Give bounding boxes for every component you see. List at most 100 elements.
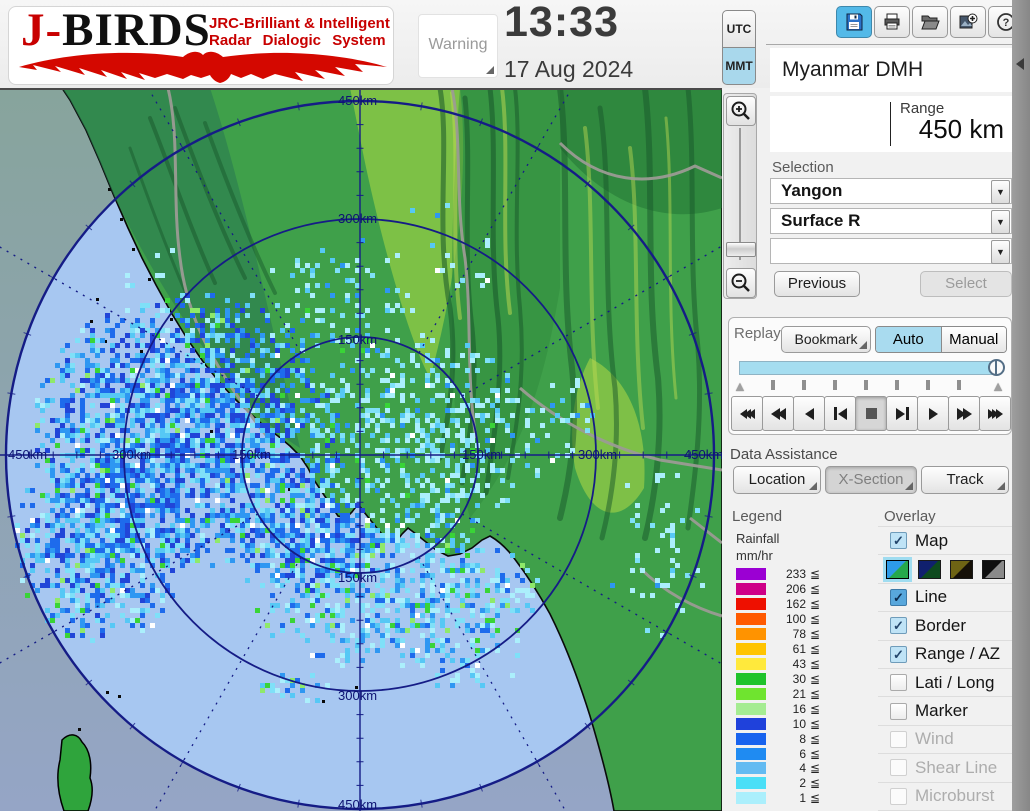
legend-value: 162: [785, 597, 806, 612]
range-start-marker[interactable]: ▲: [733, 378, 747, 394]
slider-handle[interactable]: [988, 359, 1005, 376]
legend-row: 100 ≦: [736, 612, 866, 627]
previous-button[interactable]: Previous: [774, 271, 860, 297]
legend-panel: Rainfall mm/hr 233 ≦ 206 ≦ 162 ≦ 100 ≦ 78 ≦ 61 ≦ 43 ≦…: [736, 530, 866, 806]
playback-controls: [731, 396, 1011, 431]
legend-operator: ≦: [810, 761, 821, 776]
zoom-slider-handle[interactable]: [726, 242, 756, 257]
range-end-marker[interactable]: ▲: [991, 378, 1005, 394]
legend-value: 233: [785, 567, 806, 582]
auto-button[interactable]: Auto: [876, 327, 942, 352]
timezone-mmt-button[interactable]: MMT: [722, 47, 756, 85]
legend-operator: ≦: [810, 776, 821, 791]
legend-operator: ≦: [810, 567, 821, 582]
open-folder-button[interactable]: [912, 6, 948, 38]
playback-fast-forward-triple-button[interactable]: [979, 396, 1011, 431]
legend-color-swatch: [736, 583, 766, 596]
chevron-down-icon[interactable]: ▼: [991, 240, 1010, 264]
legend-value: 1: [799, 791, 806, 806]
replay-tickbar: ▲ ▲: [733, 378, 1009, 394]
timezone-utc-button[interactable]: UTC: [722, 10, 756, 48]
legend-row: 61 ≦: [736, 642, 866, 657]
zoom-in-button[interactable]: [726, 96, 756, 126]
add-image-button[interactable]: [950, 6, 986, 38]
overlay-row-map: ✓ Map: [878, 527, 1012, 556]
location-button[interactable]: Location: [733, 466, 821, 494]
replay-tick: [864, 380, 868, 390]
save-button[interactable]: [836, 6, 872, 38]
playback-stop-button[interactable]: [855, 396, 887, 431]
manual-button[interactable]: Manual: [941, 327, 1006, 352]
legend-row: 233 ≦: [736, 567, 866, 582]
track-button[interactable]: Track: [921, 466, 1009, 494]
legend-rows: 233 ≦ 206 ≦ 162 ≦ 100 ≦ 78 ≦ 61 ≦ 43 ≦ 30 ≦ 21 ≦ 16 ≦ 10 ≦ 8 ≦ 6…: [736, 567, 866, 806]
range-ring-label: 300km: [338, 688, 377, 703]
save-icon: [846, 13, 863, 31]
legend-value: 30: [792, 671, 806, 686]
svg-text:?: ?: [1003, 17, 1010, 29]
selection-dropdown-extra[interactable]: ▼: [770, 238, 1012, 264]
range-ring-label: 150km: [338, 332, 377, 347]
chevron-down-icon[interactable]: ▼: [991, 180, 1010, 204]
overlay-checkbox[interactable]: [890, 674, 907, 692]
legend-value: 16: [792, 701, 806, 716]
radar-map[interactable]: 450km 300km 150km 150km 300km 450km 450km 300km…: [0, 88, 722, 811]
clock-date: 17 Aug 2024: [504, 56, 634, 82]
selection-dropdown-product[interactable]: Surface R ▼: [770, 208, 1012, 234]
legend-value: 61: [792, 642, 806, 657]
legend-label: Legend: [732, 508, 783, 525]
replay-tick: [802, 380, 806, 390]
bookmark-button[interactable]: Bookmark: [781, 326, 871, 353]
panel-divider: [766, 44, 1012, 45]
zoom-slider-track: [739, 128, 741, 260]
collapse-panel-arrow-icon[interactable]: [1016, 58, 1024, 70]
playback-fast-forward-button[interactable]: [948, 396, 980, 431]
map-style-swatch[interactable]: [883, 556, 912, 582]
map-style-swatch[interactable]: [918, 559, 941, 579]
playback-fast-rewind-button[interactable]: [762, 396, 794, 431]
map-style-swatch[interactable]: [982, 559, 1005, 579]
legend-color-swatch: [736, 792, 766, 805]
legend-value: 100: [785, 612, 806, 627]
legend-value: 10: [792, 716, 806, 731]
map-style-swatch[interactable]: [950, 559, 973, 579]
range-ring-label: 450km: [338, 797, 377, 811]
overlay-checkbox[interactable]: ✓: [890, 532, 907, 550]
overlay-row-range-az: ✓ Range / AZ: [878, 641, 1012, 669]
selection-dropdown-site[interactable]: Yangon ▼: [770, 178, 1012, 204]
legend-operator: ≦: [810, 627, 821, 642]
playback-fast-rewind-triple-button[interactable]: [731, 396, 763, 431]
overlay-item-label: Line: [915, 587, 948, 607]
legend-value: 206: [785, 582, 806, 597]
playback-step-forward-button[interactable]: [886, 396, 918, 431]
zoom-out-button[interactable]: [726, 268, 756, 298]
overlay-row-line: ✓ Line: [878, 584, 1012, 613]
warning-button[interactable]: Warning: [418, 14, 498, 78]
panel-collapse-strip: [1012, 0, 1030, 811]
playback-step-back-button[interactable]: [824, 396, 856, 431]
replay-tick: [926, 380, 930, 390]
select-button[interactable]: Select: [920, 271, 1012, 297]
legend-row: 10 ≦: [736, 716, 866, 731]
brand-tagline: JRC-Brilliant & Intelligent Radar Dialog…: [209, 15, 390, 49]
overlay-row-marker: Marker: [878, 697, 1012, 726]
range-ring-label: 300km: [578, 447, 617, 462]
replay-progress-slider[interactable]: [739, 359, 1005, 376]
station-name: Myanmar DMH: [770, 48, 1012, 92]
range-ring-label: 150km: [232, 447, 271, 462]
x-section-button[interactable]: X-Section: [825, 466, 917, 494]
overlay-checkbox[interactable]: ✓: [890, 588, 907, 606]
overlay-checkbox[interactable]: ✓: [890, 645, 907, 663]
print-button[interactable]: [874, 6, 910, 38]
legend-operator: ≦: [810, 731, 821, 746]
legend-row: 43 ≦: [736, 657, 866, 672]
overlay-checkbox[interactable]: ✓: [890, 617, 907, 635]
legend-operator: ≦: [810, 671, 821, 686]
playback-play-reverse-button[interactable]: [793, 396, 825, 431]
print-icon: [884, 13, 900, 30]
legend-operator: ≦: [810, 701, 821, 716]
overlay-checkbox[interactable]: [890, 702, 907, 720]
legend-color-swatch: [736, 568, 766, 581]
playback-play-button[interactable]: [917, 396, 949, 431]
chevron-down-icon[interactable]: ▼: [991, 210, 1010, 234]
